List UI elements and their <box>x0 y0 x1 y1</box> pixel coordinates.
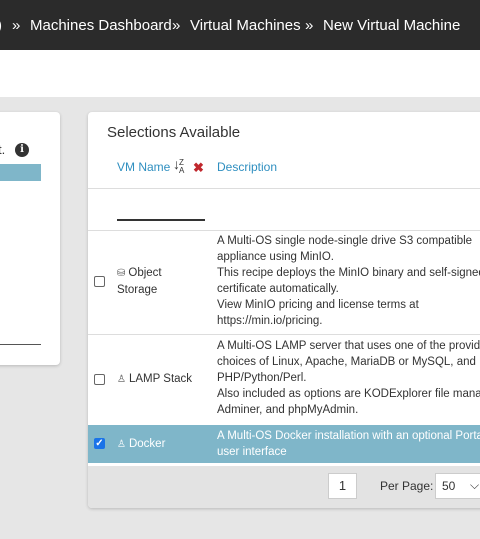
header-strip <box>0 50 480 97</box>
left-panel-selected-item[interactable] <box>0 164 41 181</box>
left-panel <box>0 112 60 365</box>
pagination-bar: 1 Per Page: 50 ⌵ <box>88 466 480 508</box>
vm-description: A Multi-OS LAMP server that uses one of … <box>217 340 480 416</box>
table-row-lamp-stack[interactable]: ♙ LAMP Stack A Multi-OS LAMP server that … <box>88 335 480 423</box>
vm-name: ♙ Docker <box>117 438 166 450</box>
breadcrumb-virtual-machines[interactable]: Virtual Machines <box>190 16 301 36</box>
row-checkbox[interactable] <box>94 276 105 287</box>
linux-icon: ♙ <box>117 439 126 450</box>
column-header-description[interactable]: Description <box>217 160 277 174</box>
info-icon[interactable]: i <box>15 143 29 157</box>
vm-description: A Multi-OS single node-single drive S3 c… <box>217 235 480 327</box>
breadcrumb-machines-dashboard[interactable]: Machines Dashboard <box>30 16 172 36</box>
table-row-object-storage[interactable]: ⛁ Object Storage A Multi-OS single node-s… <box>88 231 480 334</box>
row-checkbox[interactable] <box>94 374 105 385</box>
selections-title: Selections Available <box>107 124 241 141</box>
left-panel-divider <box>0 344 41 345</box>
breadcrumb-separator: » <box>305 17 314 34</box>
vm-name: ⛁ Object Storage <box>117 267 162 296</box>
breadcrumb: ) » Machines Dashboard » Virtual Machine… <box>0 0 480 50</box>
selections-panel: Selections Available VM Name ↓ Z A ✖ Descr… <box>88 112 480 508</box>
column-header-vm-name[interactable]: VM Name <box>117 160 170 174</box>
row-checkbox-checked[interactable]: ✓ <box>94 438 105 449</box>
vm-name: ♙ LAMP Stack <box>117 373 193 385</box>
clear-filter-icon[interactable]: ✖ <box>193 160 204 176</box>
vm-name-filter-input[interactable] <box>117 202 205 221</box>
chevron-down-icon[interactable]: ⌵ <box>470 473 479 497</box>
per-page-label: Per Page: <box>380 479 434 493</box>
breadcrumb-separator: » <box>172 17 181 34</box>
breadcrumb-separator: » <box>12 17 21 34</box>
vm-description: A Multi-OS Docker installation with an o… <box>217 430 480 458</box>
table-row-docker[interactable]: ✓ ♙ Docker A Multi-OS Docker installation… <box>88 425 480 463</box>
linux-icon: ♙ <box>117 374 126 385</box>
left-panel-text: t. <box>0 142 6 157</box>
breadcrumb-new-virtual-machine: New Virtual Machine <box>323 17 461 34</box>
storage-icon: ⛁ <box>117 268 126 279</box>
breadcrumb-home[interactable]: ) <box>0 16 2 36</box>
header-divider <box>88 188 480 189</box>
page-number-input[interactable]: 1 <box>328 473 357 499</box>
